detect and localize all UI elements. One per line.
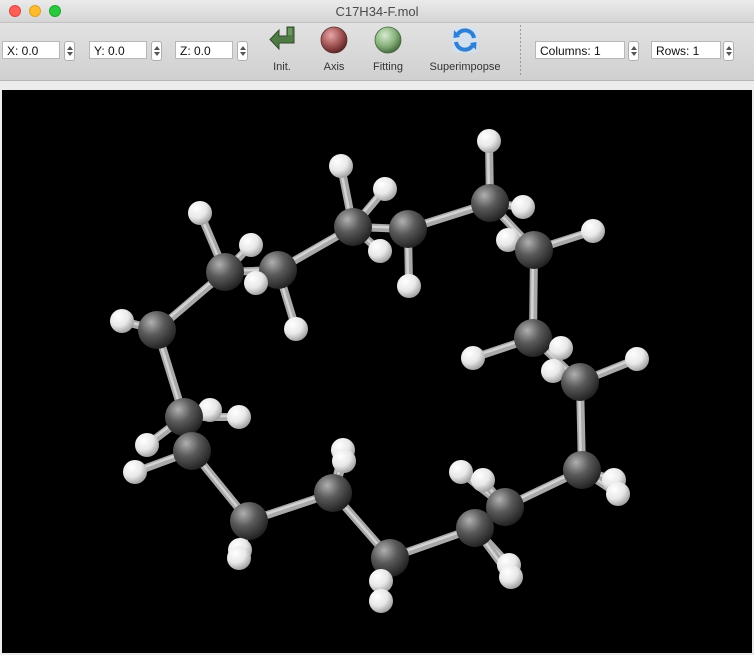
hydrogen-atom — [511, 195, 535, 219]
hydrogen-atom — [397, 274, 421, 298]
hydrogen-atom — [368, 239, 392, 263]
toolbar-gap — [0, 81, 754, 90]
hydrogen-atom — [332, 449, 356, 473]
stepper-up-icon — [631, 46, 637, 50]
carbon-atom — [471, 184, 509, 222]
rows-field[interactable]: Rows: 1 — [651, 41, 721, 59]
carbon-atom — [389, 210, 427, 248]
hydrogen-atom — [625, 347, 649, 371]
hydrogen-atom — [471, 468, 495, 492]
stepper-down-icon — [67, 52, 73, 56]
hydrogen-atom — [581, 219, 605, 243]
hydrogen-atom — [499, 565, 523, 589]
rows-stepper[interactable] — [723, 41, 734, 61]
stepper-down-icon — [631, 52, 637, 56]
carbon-atom — [563, 451, 601, 489]
carbon-atom — [206, 253, 244, 291]
stepper-down-icon — [240, 52, 246, 56]
carbon-atom — [230, 502, 268, 540]
carbon-atom — [515, 231, 553, 269]
stepper-up-icon — [154, 46, 160, 50]
carbon-atom — [561, 363, 599, 401]
blue-refresh-icon — [452, 27, 478, 53]
hydrogen-atom — [227, 405, 251, 429]
red-ball-icon — [320, 26, 348, 54]
stepper-up-icon — [67, 46, 73, 50]
carbon-atom — [334, 208, 372, 246]
hydrogen-atom — [461, 346, 485, 370]
hydrogen-atom — [373, 177, 397, 201]
y-stepper[interactable] — [151, 41, 162, 61]
init-label: Init. — [273, 61, 291, 73]
x-coordinate-field[interactable]: X: 0.0 — [2, 41, 60, 59]
columns-field[interactable]: Columns: 1 — [535, 41, 625, 59]
hydrogen-atom — [549, 336, 573, 360]
hydrogen-atom — [227, 546, 251, 570]
green-ball-icon — [374, 26, 402, 54]
hydrogen-atom — [369, 589, 393, 613]
hydrogen-atom — [110, 309, 134, 333]
title-bar: C17H34-F.mol — [0, 0, 754, 23]
molecule-canvas[interactable] — [2, 90, 752, 653]
toolbar: X: 0.0 Y: 0.0 Z: 0.0 Init. Axis Fitting … — [0, 23, 754, 81]
carbon-atom — [165, 398, 203, 436]
hydrogen-atom — [239, 233, 263, 257]
carbon-atom — [138, 311, 176, 349]
superimpose-label: Superimpopse — [429, 61, 501, 73]
stepper-down-icon — [726, 52, 732, 56]
y-coordinate-field[interactable]: Y: 0.0 — [89, 41, 147, 59]
init-button[interactable]: Init. — [258, 23, 306, 80]
hydrogen-atom — [284, 317, 308, 341]
hydrogen-atom — [329, 154, 353, 178]
molecule-viewer[interactable] — [2, 90, 752, 653]
stepper-up-icon — [726, 46, 732, 50]
fitting-label: Fitting — [373, 61, 403, 73]
hydrogen-atom — [135, 433, 159, 457]
hydrogen-atom — [477, 129, 501, 153]
stepper-up-icon — [240, 46, 246, 50]
z-stepper[interactable] — [237, 41, 248, 61]
hydrogen-atom — [244, 271, 268, 295]
fitting-button[interactable]: Fitting — [364, 23, 412, 80]
window-title: C17H34-F.mol — [335, 4, 419, 19]
stepper-down-icon — [154, 52, 160, 56]
hydrogen-atom — [606, 482, 630, 506]
carbon-atom — [314, 474, 352, 512]
carbon-atom — [514, 319, 552, 357]
carbon-atom — [173, 432, 211, 470]
hydrogen-atom — [188, 201, 212, 225]
hydrogen-atom — [449, 460, 473, 484]
hydrogen-atom — [123, 460, 147, 484]
columns-stepper[interactable] — [628, 41, 639, 61]
z-coordinate-field[interactable]: Z: 0.0 — [175, 41, 233, 59]
superimpose-button[interactable]: Superimpopse — [425, 23, 505, 80]
app-window: C17H34-F.mol X: 0.0 Y: 0.0 Z: 0.0 Init. — [0, 0, 754, 655]
axis-button[interactable]: Axis — [312, 23, 356, 80]
carbon-atom — [456, 509, 494, 547]
x-stepper[interactable] — [64, 41, 75, 61]
axis-label: Axis — [323, 61, 345, 73]
green-return-arrow-icon — [269, 26, 295, 51]
toolbar-separator — [520, 25, 521, 77]
